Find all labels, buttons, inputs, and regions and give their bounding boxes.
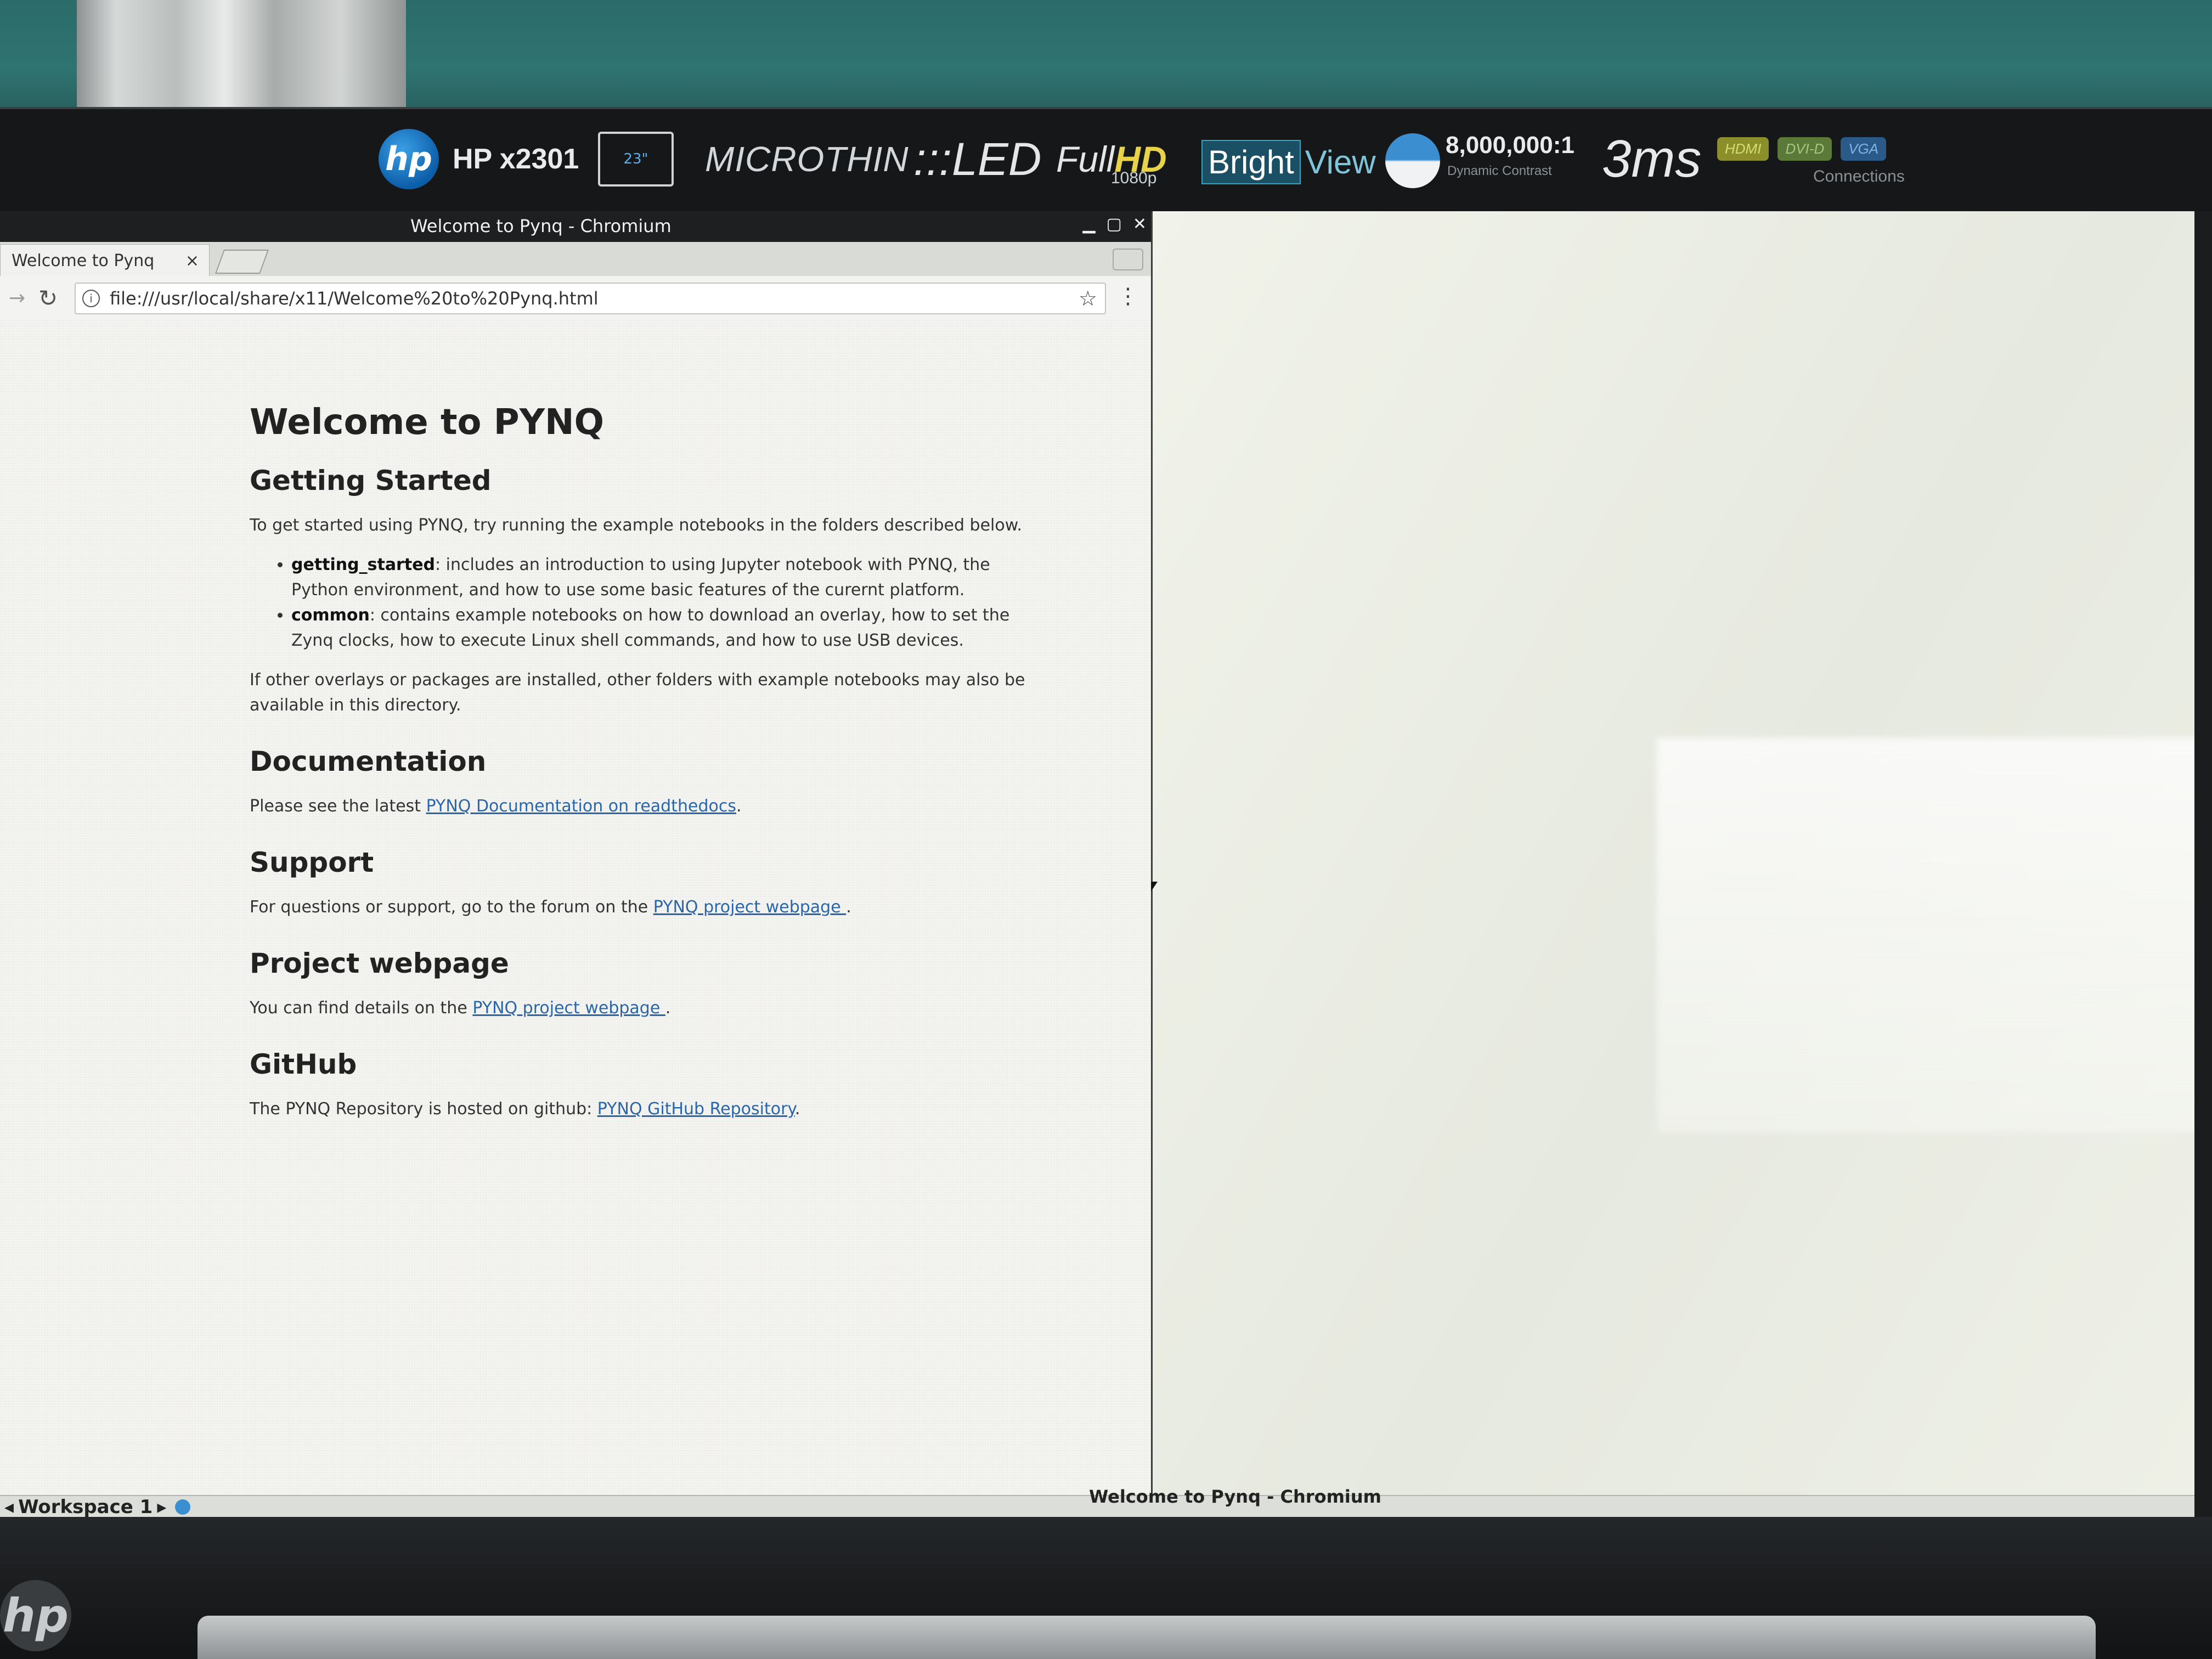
window-title: Welcome to Pynq - Chromium bbox=[410, 216, 672, 236]
window-right-border[interactable] bbox=[1151, 211, 1153, 1495]
support-text-before: For questions or support, go to the foru… bbox=[250, 898, 653, 917]
fullhd-badge: Full HD bbox=[1056, 118, 1167, 200]
vga-badge: VGA bbox=[1841, 137, 1887, 161]
forward-icon[interactable]: → bbox=[9, 287, 25, 309]
monitor-model: HP x2301 bbox=[453, 143, 579, 175]
list-item: getting_started: includes an introductio… bbox=[291, 552, 1034, 603]
project-text-before: You can find details on the bbox=[250, 998, 473, 1018]
workspace-prev-icon[interactable]: ◂ bbox=[4, 1496, 14, 1517]
hp-logo: hp bbox=[379, 129, 439, 189]
screen: Welcome to Pynq - Chromium ▁ ▢ ✕ Welcome… bbox=[0, 211, 2194, 1517]
getting-started-intro: To get started using PYNQ, try running t… bbox=[250, 516, 1023, 535]
bookmark-star-icon[interactable]: ☆ bbox=[1079, 286, 1097, 311]
reload-icon[interactable]: ↻ bbox=[38, 285, 58, 312]
tab-label: Welcome to Pynq bbox=[12, 251, 155, 270]
workspace-switcher[interactable]: ◂ Workspace 1 ▸ bbox=[4, 1496, 191, 1517]
documentation-link[interactable]: PYNQ Documentation on readthedocs bbox=[426, 797, 736, 816]
github-link[interactable]: PYNQ GitHub Repository bbox=[597, 1099, 795, 1119]
task-title[interactable]: Welcome to Pynq - Chromium bbox=[1089, 1486, 1381, 1507]
dvi-badge: DVI-D bbox=[1778, 137, 1832, 161]
documentation-text: Please see the latest PYNQ Documentation… bbox=[250, 794, 1034, 819]
new-tab-button[interactable] bbox=[215, 250, 269, 274]
support-heading: Support bbox=[250, 847, 374, 878]
github-text-before: The PYNQ Repository is hosted on github: bbox=[250, 1099, 597, 1119]
monitor-stand bbox=[198, 1616, 2096, 1659]
doc-text-before: Please see the latest bbox=[250, 797, 426, 816]
profile-icon[interactable] bbox=[1113, 249, 1143, 270]
taskbar: ◂ Workspace 1 ▸ Welcome to Pynq - Chromi… bbox=[0, 1486, 2194, 1517]
support-link[interactable]: PYNQ project webpage bbox=[653, 898, 847, 917]
tab-welcome-to-pynq[interactable]: Welcome to Pynq × bbox=[0, 244, 210, 276]
list-term: common bbox=[291, 606, 370, 625]
workspace-label[interactable]: Workspace 1 bbox=[18, 1496, 153, 1517]
list-item: common: contains example notebooks on ho… bbox=[291, 603, 1034, 653]
list-term: getting_started bbox=[291, 555, 436, 574]
ports-badges: HDMI DVI-D VGA bbox=[1717, 137, 1887, 161]
github-heading: GitHub bbox=[250, 1048, 357, 1080]
tab-close-icon[interactable]: × bbox=[185, 251, 199, 270]
getting-started-heading: Getting Started bbox=[250, 465, 492, 496]
window-titlebar[interactable]: Welcome to Pynq - Chromium ▁ ▢ ✕ bbox=[0, 211, 1152, 242]
view-label: View bbox=[1305, 143, 1376, 180]
connections-label: Connections bbox=[1813, 167, 1905, 185]
info-icon[interactable]: i bbox=[82, 290, 100, 307]
workspace-next-icon[interactable]: ▸ bbox=[157, 1496, 166, 1517]
address-bar[interactable]: i file:///usr/local/share/x11/Welcome%20… bbox=[75, 283, 1106, 314]
page-title: Welcome to PYNQ bbox=[250, 402, 604, 443]
url-text[interactable]: file:///usr/local/share/x11/Welcome%20to… bbox=[110, 288, 1079, 309]
led-badge: :::LED bbox=[913, 133, 1042, 185]
getting-started-outro: If other overlays or packages are instal… bbox=[250, 670, 1025, 715]
screen-glare bbox=[1657, 738, 2194, 1133]
project-text-after: . bbox=[665, 998, 671, 1018]
monitor-bezel-right bbox=[2194, 211, 2212, 1517]
minimize-icon[interactable]: ▁ bbox=[1082, 215, 1095, 234]
brightview-badge: Bright View bbox=[1201, 134, 1376, 189]
tab-bar: Welcome to Pynq × bbox=[0, 242, 1152, 276]
github-text-after: . bbox=[794, 1099, 800, 1119]
project-heading: Project webpage bbox=[250, 947, 509, 979]
browser-toolbar: → ↻ i file:///usr/local/share/x11/Welcom… bbox=[0, 276, 1152, 321]
support-text: For questions or support, go to the foru… bbox=[250, 895, 1034, 920]
chromium-task-icon[interactable] bbox=[175, 1499, 191, 1515]
menu-icon[interactable]: ⋮ bbox=[1117, 284, 1139, 309]
maximize-icon[interactable]: ▢ bbox=[1107, 215, 1122, 234]
documentation-heading: Documentation bbox=[250, 746, 487, 777]
fullhd-full: Full bbox=[1056, 139, 1115, 179]
response-time-badge: 3ms bbox=[1602, 129, 1702, 188]
monitor-size-icon: 23" bbox=[598, 132, 674, 187]
page-content: Welcome to PYNQ Getting Started To get s… bbox=[250, 402, 1034, 1122]
project-link[interactable]: PYNQ project webpage bbox=[472, 998, 665, 1018]
hp-bottom-logo: hp bbox=[0, 1580, 71, 1651]
close-icon[interactable]: ✕ bbox=[1133, 215, 1147, 234]
resolution-label: 1080p bbox=[1111, 169, 1157, 187]
contrast-sublabel: Dynamic Contrast bbox=[1447, 163, 1552, 178]
background-post bbox=[77, 0, 406, 110]
page-viewport: Welcome to PYNQ Getting Started To get s… bbox=[0, 320, 1151, 1495]
contrast-value: 8,000,000:1 bbox=[1446, 132, 1575, 159]
bright-label: Bright bbox=[1201, 139, 1301, 184]
github-text: The PYNQ Repository is hosted on github:… bbox=[250, 1097, 1034, 1122]
contrast-icon bbox=[1385, 133, 1440, 188]
project-text: You can find details on the PYNQ project… bbox=[250, 996, 1034, 1021]
list-text: : contains example notebooks on how to d… bbox=[291, 606, 1010, 650]
folder-list: getting_started: includes an introductio… bbox=[250, 552, 1034, 653]
window-controls: ▁ ▢ ✕ bbox=[1082, 215, 1147, 234]
hdmi-badge: HDMI bbox=[1717, 137, 1769, 161]
microthin-badge: MICROTHIN bbox=[705, 139, 909, 179]
support-text-after: . bbox=[846, 898, 851, 917]
doc-text-after: . bbox=[736, 797, 742, 816]
mouse-cursor-icon bbox=[1151, 882, 1158, 891]
